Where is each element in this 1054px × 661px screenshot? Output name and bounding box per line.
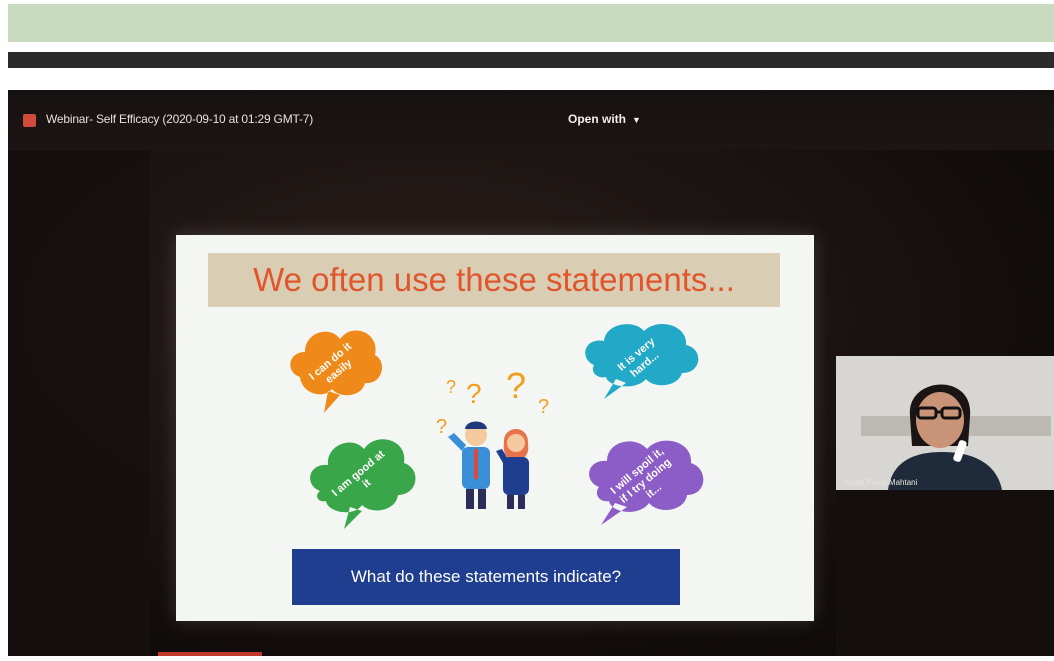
participant-name: Amita Pavia Mahtani xyxy=(844,478,918,487)
presentation-slide: We often use these statements... I can d… xyxy=(176,235,814,621)
question-mark-icon: ? xyxy=(538,396,549,418)
dark-divider-bar xyxy=(8,52,1054,68)
speech-bubble-blue: It is very hard... xyxy=(576,315,706,405)
slide-title: We often use these statements... xyxy=(253,261,735,298)
participant-video xyxy=(836,356,1054,490)
side-panel xyxy=(8,150,150,656)
question-mark-icon: ? xyxy=(436,416,447,438)
video-strip-background xyxy=(836,490,1054,656)
woman-body xyxy=(503,457,529,495)
chevron-down-icon: ▼ xyxy=(632,115,641,125)
document-icon xyxy=(23,114,36,127)
question-box: What do these statements indicate? xyxy=(292,549,680,605)
question-mark-icon: ? xyxy=(446,377,456,397)
participant-avatar xyxy=(888,384,1002,490)
confused-people-illustration: ? ? ? ? ? xyxy=(436,365,549,509)
viewer-toolbar: Webinar- Self Efficacy (2020-09-10 at 01… xyxy=(8,90,1054,150)
question-mark-icon: ? xyxy=(466,378,482,409)
open-with-button[interactable]: Open with ▼ xyxy=(568,112,641,126)
speech-bubble-orange: I can do it easily xyxy=(280,317,390,417)
speech-bubble-purple: I will spoil it, if I try doing it... xyxy=(581,431,711,531)
document-title: Webinar- Self Efficacy (2020-09-10 at 01… xyxy=(46,112,314,126)
question-mark-icon: ? xyxy=(506,365,526,406)
top-banner xyxy=(8,4,1054,42)
speech-bubble-green: I am good at it xyxy=(304,425,422,533)
presentation-progress-indicator xyxy=(158,652,262,656)
webinar-screen: Webinar- Self Efficacy (2020-09-10 at 01… xyxy=(8,90,1054,656)
open-with-label: Open with xyxy=(568,112,626,126)
